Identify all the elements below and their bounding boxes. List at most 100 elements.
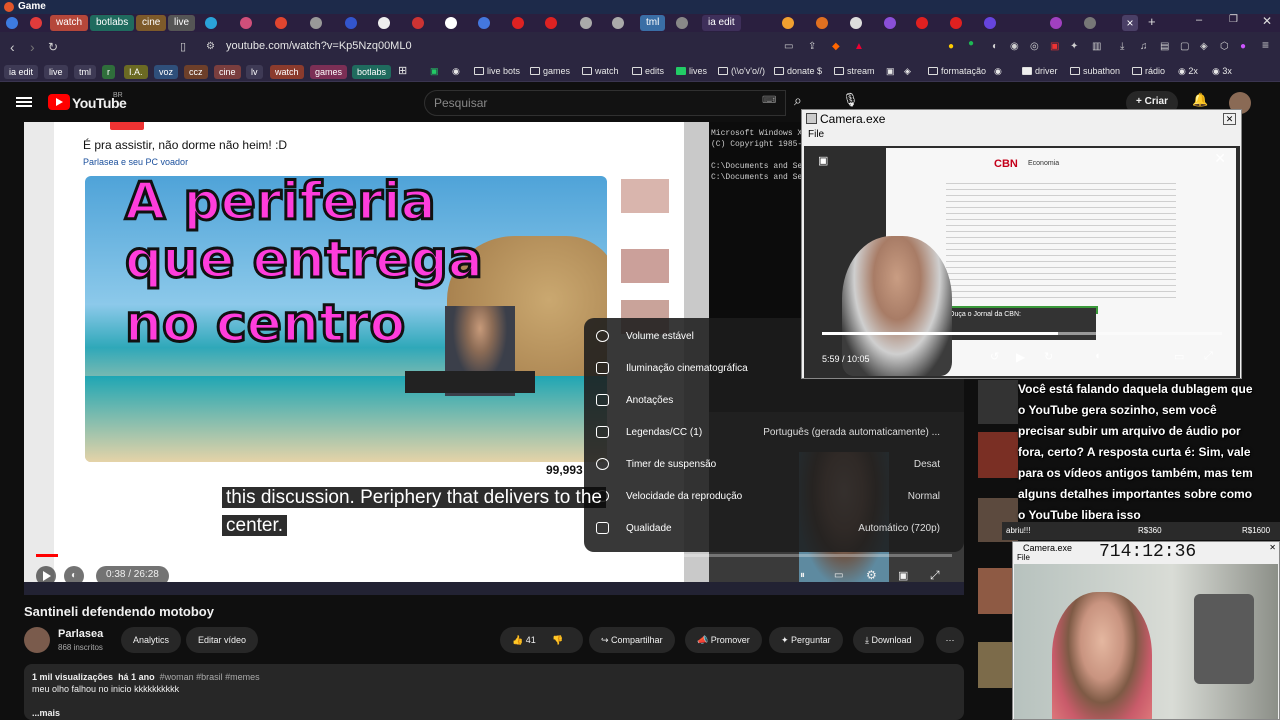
rewards-icon[interactable]: ▲ — [854, 41, 864, 52]
minimize-icon[interactable]: – — [1196, 14, 1202, 26]
tab-favicon-icon[interactable] — [478, 17, 490, 29]
bookmark-tag[interactable]: lv — [246, 65, 263, 79]
tab-favicon-icon[interactable] — [378, 17, 390, 29]
download-icon[interactable]: ⤓ — [1120, 41, 1124, 52]
bookmark-folder[interactable]: games — [530, 66, 570, 76]
forward-icon[interactable]: ↻ — [1044, 350, 1053, 363]
tab-favicon-icon[interactable] — [950, 17, 962, 29]
bookmark-tag[interactable]: ia edit — [4, 65, 39, 79]
tab-group-live[interactable]: live — [168, 15, 196, 31]
extension-icon[interactable]: ◎ — [1030, 41, 1039, 52]
fullscreen-icon[interactable]: ⤢ — [1204, 350, 1213, 363]
download-button[interactable]: ⤓ Download — [853, 627, 924, 653]
bookmark-tag[interactable]: I.A. — [124, 65, 148, 79]
site-info-icon[interactable]: ⚙ — [206, 41, 215, 52]
menu-item-annotations[interactable]: Anotações — [584, 385, 964, 417]
wallet-icon[interactable]: ▢ — [1180, 41, 1189, 52]
tab-favicon-icon[interactable] — [816, 17, 828, 29]
bookmark-item[interactable]: ◉ 2x — [1178, 66, 1198, 77]
share-icon[interactable]: ⇪ — [808, 41, 816, 52]
tab-favicon-icon[interactable] — [884, 17, 896, 29]
tab-favicon-icon[interactable] — [30, 17, 42, 29]
show-more-link[interactable]: ...mais — [32, 708, 956, 718]
tab-favicon-icon[interactable] — [205, 17, 217, 29]
settings-gear-icon[interactable]: ⚙ — [866, 568, 877, 582]
tab-favicon-icon[interactable] — [412, 17, 424, 29]
url-field[interactable]: youtube.com/watch?v=Kp5Nzq00ML0 — [226, 40, 412, 52]
tab-favicon-icon[interactable] — [1050, 17, 1062, 29]
bookmark-icon[interactable]: ▣ — [886, 66, 895, 77]
description-box[interactable]: 1 mil visualizações há 1 ano #woman #bra… — [24, 664, 964, 720]
extension-icon[interactable]: ● — [948, 41, 954, 52]
like-button[interactable]: 👍 41 — [512, 635, 536, 645]
reading-list-icon[interactable]: ▤ — [1160, 41, 1169, 52]
bookmark-tag[interactable]: tml — [74, 65, 96, 79]
menu-item-captions[interactable]: Legendas/CC (1) Português (gerada automat… — [584, 417, 964, 449]
more-actions-icon[interactable]: ⋯ — [936, 627, 964, 653]
file-menu[interactable]: File — [1017, 553, 1030, 562]
tab-group-botlabs[interactable]: botlabs — [90, 15, 135, 31]
ai-icon[interactable]: ● — [1240, 41, 1246, 52]
recommendation-thumb[interactable] — [978, 432, 1018, 478]
captions-icon[interactable]: ▭ — [1174, 350, 1184, 363]
search-input[interactable]: Pesquisar — [424, 90, 786, 116]
tab-favicon-icon[interactable] — [240, 17, 252, 29]
bookmark-folder[interactable]: edits — [632, 66, 664, 76]
profile-icon[interactable]: ◈ — [1200, 41, 1208, 52]
bookmark-tag[interactable]: ccz — [184, 65, 208, 79]
camera-window-small[interactable]: Camera.exe File 714:12:36 ✕ abriu!!! R$3… — [1002, 522, 1280, 720]
tab-group-tml[interactable]: tml — [640, 15, 666, 31]
bookmark-folder[interactable]: (\\o'v'o//) — [718, 66, 765, 76]
bookmark-tag[interactable]: watch — [270, 65, 304, 79]
reload-icon[interactable]: ↻ — [48, 40, 58, 54]
bookmark-folder[interactable]: lives — [676, 66, 707, 76]
bookmark-tag[interactable]: botlabs — [352, 65, 392, 79]
apps-grid-icon[interactable]: ⊞ — [398, 64, 407, 77]
bookmark-folder[interactable]: formatação — [928, 66, 986, 76]
bookmark-tag[interactable]: cine — [214, 65, 241, 79]
mic-icon[interactable]: 🎙 — [842, 92, 859, 108]
analytics-button[interactable]: Analytics — [121, 627, 182, 653]
tab-favicon-icon[interactable] — [275, 17, 287, 29]
channel-name[interactable]: Parlasea — [58, 628, 103, 640]
new-tab-icon[interactable]: + — [1148, 14, 1156, 29]
close-icon[interactable]: ✕ — [1223, 113, 1236, 125]
bookmark-folder[interactable]: donate $ — [774, 66, 822, 76]
tab-favicon-icon[interactable] — [512, 17, 524, 29]
embedded-progress[interactable] — [822, 332, 1222, 335]
tab-favicon-icon[interactable] — [850, 17, 862, 29]
extension-icon[interactable]: ▣ — [1050, 41, 1059, 52]
edit-video-button[interactable]: Editar vídeo — [186, 627, 259, 653]
tab-group-ia-edit[interactable]: ia edit — [702, 15, 741, 31]
subtitles-icon[interactable]: ▭ — [834, 570, 843, 581]
dislike-icon[interactable]: 👎 — [552, 635, 563, 645]
bookmark-icon[interactable]: ▣ — [430, 66, 439, 77]
bookmark-folder[interactable]: stream — [834, 66, 875, 76]
menu-item-playback-speed[interactable]: Velocidade da reprodução Normal — [584, 481, 964, 513]
recommendation-thumb[interactable] — [978, 380, 1018, 424]
close-tab-icon[interactable]: × — [1122, 15, 1138, 31]
channel-avatar[interactable] — [24, 627, 50, 653]
cast-icon[interactable]: ▣ — [818, 154, 828, 167]
tab-favicon-icon[interactable] — [310, 17, 322, 29]
bookmark-tag[interactable]: games — [310, 65, 348, 79]
close-window-icon[interactable]: ✕ — [1262, 14, 1272, 28]
extension-icon[interactable]: ● — [968, 38, 974, 49]
tab-group-cine[interactable]: cine — [136, 15, 167, 31]
tab-group-watch[interactable]: watch — [50, 15, 89, 31]
close-icon[interactable]: ✕ — [1269, 543, 1276, 552]
notifications-icon[interactable]: 🔔 — [1192, 92, 1208, 108]
music-icon[interactable]: ♫ — [1140, 41, 1148, 52]
brave-shield-icon[interactable]: ◆ — [832, 41, 840, 52]
bookmark-folder[interactable]: rádio — [1132, 66, 1165, 76]
tab-favicon-icon[interactable] — [612, 17, 624, 29]
hamburger-menu-icon[interactable] — [16, 97, 32, 107]
bookmark-tag[interactable]: voz — [154, 65, 179, 79]
menu-item-sleep-timer[interactable]: Timer de suspensão Desat — [584, 449, 964, 481]
volume-icon[interactable]: ◖ — [1094, 350, 1101, 362]
fullscreen-icon[interactable]: ⤢ — [930, 568, 940, 583]
bookmark-folder[interactable]: driver — [1022, 66, 1058, 76]
forward-icon[interactable]: › — [30, 39, 35, 55]
tab-favicon-icon[interactable] — [1084, 17, 1096, 29]
progress-bar[interactable] — [36, 554, 952, 557]
